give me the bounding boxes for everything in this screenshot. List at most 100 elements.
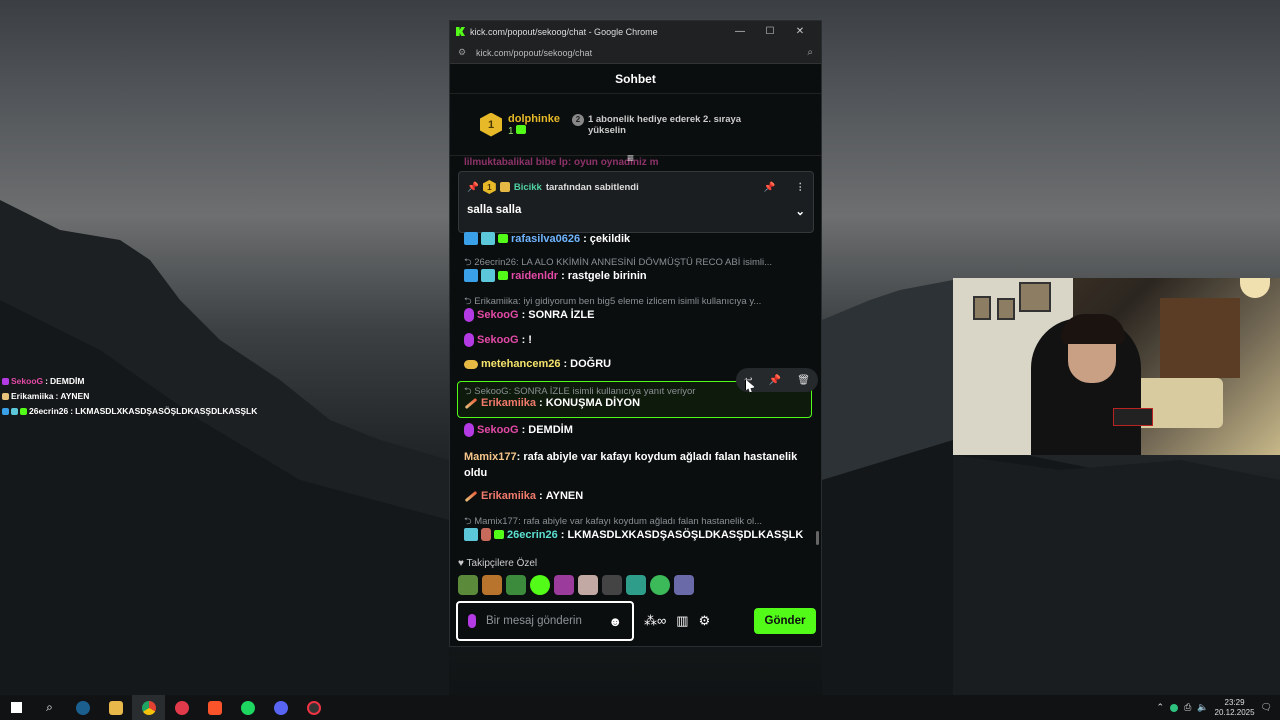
emote-icon[interactable] — [458, 575, 478, 595]
emoji-icon[interactable]: ☻ — [608, 615, 622, 628]
chat-message[interactable]: SekooG: SONRA İZLE — [464, 308, 810, 322]
delete-icon[interactable]: 🗑 — [797, 375, 810, 386]
settings-gear-icon[interactable]: ⚙ — [699, 613, 711, 629]
chat-message[interactable]: Mamix177: rafa abiyle var kafayı koydum … — [464, 449, 810, 481]
emote-icon[interactable] — [482, 575, 502, 595]
chat-username[interactable]: 26ecrin26 — [507, 529, 558, 541]
chevron-down-icon[interactable]: ⌄ — [795, 204, 805, 218]
chat-scrollbar[interactable] — [816, 531, 819, 545]
stream-chat-overlay: SekooG : DEMDİM Erikamiika : AYNEN 26ecr… — [2, 374, 257, 419]
rank-hex-icon: 1 — [480, 112, 502, 137]
notifications-icon[interactable]: 🗨 — [1261, 702, 1272, 713]
chat-messages[interactable]: lilmuktabalikal bibe lp: oyun oynadiniz … — [450, 157, 821, 557]
minimize-button[interactable]: — — [725, 26, 755, 37]
file-explorer-icon[interactable] — [99, 695, 132, 720]
chat-message[interactable]: raidenldr: rastgele birinin — [464, 269, 810, 282]
message-input[interactable]: Bir mesaj gönderin ☻ — [456, 601, 634, 641]
clock[interactable]: 23:29 20.12.2025 — [1215, 698, 1255, 718]
system-tray: ⌃ ⎙ 🔈 23:29 20.12.2025 🗨 — [1157, 698, 1280, 718]
emote-icon[interactable] — [626, 575, 646, 595]
webcam-frame — [1019, 282, 1051, 312]
chat-text: ! — [528, 334, 532, 346]
pin-icon: 📌 — [467, 181, 479, 193]
store-icon[interactable]: ▥ — [676, 613, 688, 629]
emote-icon[interactable] — [602, 575, 622, 595]
steam-icon[interactable] — [66, 695, 99, 720]
emote-icon[interactable] — [578, 575, 598, 595]
tray-app-icon[interactable] — [1170, 703, 1179, 712]
input-placeholder[interactable]: Bir mesaj gönderin — [486, 615, 598, 628]
close-button[interactable]: ✕ — [785, 26, 815, 37]
chat-message[interactable]: rafasilva0626: çekildik — [464, 232, 810, 245]
scroll-to-bottom-icon[interactable]: ≡ — [627, 151, 634, 165]
chat-message[interactable]: SekooG: ! — [464, 333, 810, 347]
unpin-icon[interactable]: 📌 — [764, 182, 776, 193]
overlay-message: Erikamiika : AYNEN — [2, 389, 257, 404]
webcam-microphone — [1113, 408, 1153, 426]
chat-username[interactable]: SekooG — [477, 424, 519, 436]
chat-username[interactable]: SekooG — [477, 309, 519, 321]
chat-username[interactable]: Mamix177 — [464, 451, 517, 463]
chat-username[interactable]: raidenldr — [511, 270, 558, 282]
brush-badge-icon — [2, 393, 9, 400]
obs-icon[interactable] — [297, 695, 330, 720]
site-settings-icon[interactable]: ⚙ — [458, 47, 468, 58]
chevron-up-icon[interactable]: ⌃ — [1157, 702, 1165, 713]
chat-input-row: Bir mesaj gönderin ☻ ⁂∞ ▥ ⚙ Gönder — [456, 601, 816, 641]
more-options-icon[interactable]: ⋮ — [796, 182, 806, 193]
discord-icon[interactable] — [264, 695, 297, 720]
chat-message[interactable]: Erikamiika: KONUŞMA DİYON — [464, 397, 810, 409]
chat-username[interactable]: Erikamiika — [481, 397, 536, 409]
url-text[interactable]: kick.com/popout/sekoog/chat — [476, 48, 807, 58]
leader-username[interactable]: dolphinke — [508, 113, 560, 125]
clock-time: 23:29 — [1224, 697, 1245, 707]
zoom-icon[interactable]: ⌕ — [807, 47, 813, 58]
mic-badge-icon — [464, 423, 474, 437]
spotify-icon[interactable] — [231, 695, 264, 720]
chat-message[interactable]: SekooG: DEMDİM — [464, 423, 810, 437]
maximize-button[interactable]: ☐ — [755, 26, 785, 37]
badge-icon — [481, 232, 495, 245]
chat-username[interactable]: SekooG — [477, 334, 519, 346]
pin-message-icon[interactable]: 📌 — [769, 375, 781, 386]
overlay-username: 26ecrin26 — [29, 406, 69, 416]
window-titlebar[interactable]: kick.com/popout/sekoog/chat - Google Chr… — [450, 21, 821, 42]
chat-username[interactable]: metehancem26 — [481, 358, 561, 370]
search-icon[interactable]: ⌕ — [33, 695, 66, 720]
chat-username[interactable]: rafasilva0626 — [511, 233, 580, 245]
volume-icon[interactable]: 🔈 — [1197, 702, 1208, 713]
address-bar[interactable]: ⚙ kick.com/popout/sekoog/chat ⌕ — [450, 42, 821, 64]
emote-icon[interactable] — [506, 575, 526, 595]
emote-icon[interactable] — [554, 575, 574, 595]
media-player-icon[interactable] — [165, 695, 198, 720]
partial-message: lilmuktabalikal bibe lp: oyun oynadiniz … — [464, 157, 659, 168]
start-button[interactable] — [0, 695, 33, 720]
reply-text: SekooG: SONRA İZLE isimli kullanıcıya ya… — [474, 386, 696, 397]
chrome-icon[interactable] — [132, 695, 165, 720]
points-icon[interactable]: ⁂∞ — [644, 613, 666, 629]
emote-icon[interactable] — [650, 575, 670, 595]
overlay-message: SekooG : DEMDİM — [2, 374, 257, 389]
sub-badge-icon — [20, 408, 27, 415]
next-rank-info: 2 1 abonelik hediye ederek 2. sıraya yük… — [571, 113, 752, 136]
pinned-by-user[interactable]: Bicikk — [514, 182, 542, 193]
brave-icon[interactable] — [198, 695, 231, 720]
pinned-text: salla salla — [467, 204, 522, 216]
chat-message[interactable]: 26ecrin26: LKMASDLXKASDŞASÖŞLDKASŞDLKASŞ… — [464, 528, 810, 541]
webcam-shelf — [1160, 298, 1240, 378]
kick-logo-icon — [456, 27, 465, 36]
badge-icon — [464, 232, 478, 245]
chat-username[interactable]: Erikamiika — [481, 490, 536, 502]
emote-icon[interactable] — [530, 575, 550, 595]
followers-label-text: Takipçilere Özel — [466, 558, 538, 569]
badge-icon — [464, 269, 478, 282]
mic-badge-icon — [2, 378, 9, 385]
network-icon[interactable]: ⎙ — [1184, 702, 1191, 713]
gift-leaderboard: 1 dolphinke 1 2 1 abonelik hediye ederek… — [450, 94, 821, 156]
taskbar: ⌕ ⌃ ⎙ 🔈 23:29 20.12.2025 🗨 — [0, 695, 1280, 720]
chat-message[interactable]: Erikamiika: AYNEN — [464, 490, 810, 502]
emote-icon[interactable] — [674, 575, 694, 595]
send-button[interactable]: Gönder — [754, 608, 816, 634]
window-title: kick.com/popout/sekoog/chat - Google Chr… — [470, 26, 658, 37]
badge-icon — [481, 528, 491, 541]
